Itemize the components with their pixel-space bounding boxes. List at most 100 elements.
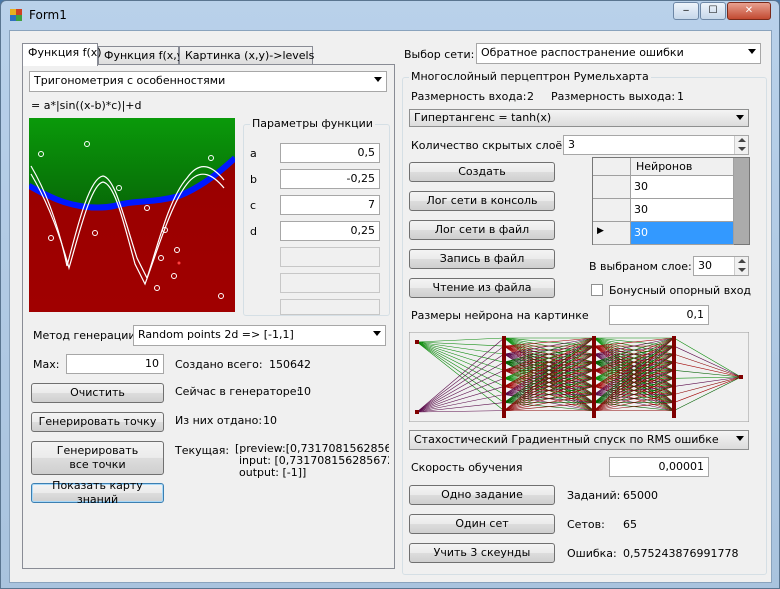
gen-method-combo[interactable]: Random points 2d => [-1,1] <box>133 325 386 346</box>
given-label: Из них отдано: <box>175 414 263 427</box>
neuron-size-label: Размеры нейрона на картинке <box>411 309 589 322</box>
in-gen-label: Сейчас в генераторе: <box>175 385 301 398</box>
param-b-label: b <box>250 173 257 186</box>
sets-value: 65 <box>623 518 637 531</box>
activation-value: Гипертангенс = tanh(x) <box>414 111 552 124</box>
gen-method-value: Random points 2d => [-1,1] <box>138 328 294 341</box>
param-c-field[interactable]: 7 <box>280 195 380 215</box>
tasks-label: Заданий: <box>567 489 621 502</box>
main-window: Form1 ‒ ☐ ✕ Функция f(x) Функция f(x,y) … <box>0 0 780 589</box>
error-value: 0,575243876991778 <box>623 547 739 560</box>
net-select-combo[interactable]: Обратное распостранение ошибки <box>476 43 761 64</box>
network-neuron <box>592 414 596 418</box>
chevron-down-icon <box>373 331 381 336</box>
gen-all-button[interactable]: Генерировать все точки <box>31 441 164 475</box>
param-e-field <box>280 247 380 267</box>
show-knowledge-map-button[interactable]: Показать карту знаний <box>31 479 164 506</box>
grid-row-header[interactable] <box>593 176 631 199</box>
create-button[interactable]: Создать <box>409 162 555 182</box>
log-file-button[interactable]: Лог сети в файл <box>409 220 555 240</box>
learning-rate-field[interactable]: 0,00001 <box>609 457 709 477</box>
tab-function-fx[interactable]: Функция f(x) <box>22 43 102 66</box>
neurons-grid[interactable]: Нейронов 30 30 ▶ 30 <box>592 157 750 245</box>
net-select-label: Выбор сети: <box>404 48 475 61</box>
maximize-button[interactable]: ☐ <box>700 2 726 20</box>
in-layer-spinner[interactable]: 30 <box>693 256 749 276</box>
tasks-value: 65000 <box>623 489 658 502</box>
function-plot[interactable] <box>29 118 235 312</box>
chevron-down-icon <box>736 436 744 441</box>
chevron-down-icon <box>748 49 756 54</box>
network-neuron <box>415 340 419 344</box>
max-label: Max: <box>33 358 60 371</box>
network-visualization <box>409 332 749 422</box>
sets-label: Сетов: <box>567 518 605 531</box>
bias-label: Бонусный опорный вход <box>609 284 752 297</box>
current-label: Текущая: <box>175 444 230 457</box>
one-task-button[interactable]: Одно задание <box>409 485 555 505</box>
grid-corner <box>593 158 631 176</box>
in-dim-value: 2 <box>527 90 534 103</box>
grid-cell-selected[interactable]: 30 <box>631 222 734 245</box>
hidden-layers-label: Количество скрытых слоёв: <box>411 139 573 152</box>
grid-cell[interactable]: 30 <box>631 176 734 199</box>
out-dim-value: 1 <box>677 90 684 103</box>
in-layer-value: 30 <box>698 259 712 272</box>
network-neuron <box>672 414 676 418</box>
title-bar[interactable]: Form1 ‒ ☐ ✕ <box>1 1 779 29</box>
window-title: Form1 <box>29 8 67 22</box>
gen-method-label: Метод генерации: <box>33 329 140 342</box>
spin-up-icon[interactable] <box>734 257 748 266</box>
param-d-label: d <box>250 225 257 238</box>
tab-picture-levels[interactable]: Картинка (x,y)->levels <box>179 46 314 65</box>
neuron-size-field[interactable]: 0,1 <box>609 305 709 325</box>
grid-cell[interactable]: 30 <box>631 199 734 222</box>
spin-down-icon[interactable] <box>734 266 748 275</box>
net-select-value: Обратное распостранение ошибки <box>481 46 684 59</box>
error-label: Ошибка: <box>567 547 617 560</box>
minimize-button[interactable]: ‒ <box>673 2 699 20</box>
params-group-title: Параметры функции <box>250 117 375 130</box>
current-line-output: output: [-1]] <box>239 466 307 479</box>
function-type-value: Тригонометрия с особенностями <box>34 74 226 87</box>
read-file-button[interactable]: Чтение из файла <box>409 278 555 298</box>
param-g-field <box>280 299 380 315</box>
training-method-value: Стахостический Градиентный спуск по RMS … <box>414 433 719 446</box>
param-d-field[interactable]: 0,25 <box>280 221 380 241</box>
param-c-label: c <box>250 199 257 212</box>
formula-label: = a*|sin((x-b)*c)|+d <box>31 99 142 112</box>
app-icon <box>10 9 22 21</box>
grid-row-header[interactable] <box>593 199 631 222</box>
activation-combo[interactable]: Гипертангенс = tanh(x) <box>409 109 749 127</box>
network-neuron <box>415 410 419 414</box>
max-field[interactable]: 10 <box>66 354 164 374</box>
param-b-field[interactable]: -0,25 <box>280 169 380 189</box>
teach-3s-button[interactable]: Учить 3 скеунды <box>409 543 555 563</box>
one-set-button[interactable]: Один сет <box>409 514 555 534</box>
bias-checkbox[interactable] <box>591 284 603 296</box>
tab-page-function-fx: Тригонометрия с особенностями = a*|sin((… <box>22 64 395 569</box>
created-value: 150642 <box>269 358 311 371</box>
spin-down-icon[interactable] <box>734 145 748 154</box>
close-button[interactable]: ✕ <box>727 2 771 20</box>
chevron-down-icon <box>736 115 744 120</box>
gen-point-button[interactable]: Генерировать точку <box>31 412 164 432</box>
plot-current-point <box>177 261 181 265</box>
param-a-field[interactable]: 0,5 <box>280 143 380 163</box>
write-file-button[interactable]: Запись в файл <box>409 249 555 269</box>
grid-header-neurons[interactable]: Нейронов <box>631 158 734 176</box>
param-f-field <box>280 273 380 293</box>
spin-up-icon[interactable] <box>734 136 748 145</box>
log-console-button[interactable]: Лог сети в консоль <box>409 191 555 211</box>
function-type-combo[interactable]: Тригонометрия с особенностями <box>29 71 387 92</box>
network-neuron <box>502 414 506 418</box>
grid-row-header-selected[interactable]: ▶ <box>593 222 631 245</box>
tab-function-fxy[interactable]: Функция f(x,y) <box>98 46 188 65</box>
training-method-combo[interactable]: Стахостический Градиентный спуск по RMS … <box>409 430 749 450</box>
hidden-layers-value: 3 <box>568 138 575 151</box>
clear-button[interactable]: Очистить <box>31 383 164 403</box>
out-dim-label: Размерность выхода: <box>551 90 676 103</box>
current-sample-text: [preview:[0,731708156285672; 0, input: [… <box>235 443 389 487</box>
hidden-layers-spinner[interactable]: 3 <box>563 135 749 155</box>
created-label: Создано всего: <box>175 358 263 371</box>
